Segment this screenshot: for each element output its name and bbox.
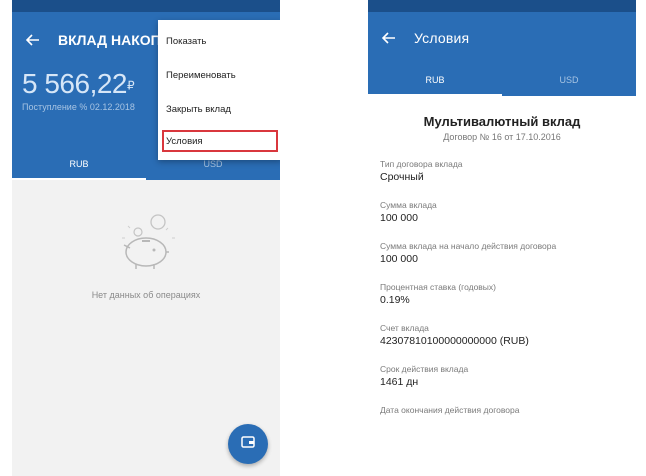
tab-rub[interactable]: RUB [12,148,146,180]
status-bar [12,0,280,12]
empty-state: Нет данных об операциях [12,180,280,300]
phone-screen-deposit: ВКЛАД НАКОП 5 566,22₽ Поступление % 02.1… [12,0,280,476]
empty-text: Нет данных об операциях [91,290,201,300]
field-label: Тип договора вклада [380,159,463,169]
tab-usd[interactable]: USD [502,64,636,96]
field-end-date: Дата окончания действия договора [380,405,624,415]
deposit-details: Мультивалютный вклад Договор № 16 от 17.… [368,114,636,415]
overflow-menu: Показать Переименовать Закрыть вклад Усл… [158,20,280,160]
field-contract-type: Тип договора вклада Срочный [380,159,624,183]
field-term: Срок действия вклада 1461 дн [380,364,624,388]
field-value: 100 000 [380,253,418,265]
currency-symbol: ₽ [127,78,135,93]
wallet-fab-button[interactable] [228,424,268,464]
menu-item-rename[interactable]: Переименовать [158,58,280,92]
page-title: ВКЛАД НАКОП [58,32,161,48]
phone-screen-terms: Условия RUB USD Мультивалютный вклад Дог… [368,0,636,476]
field-value: 42307810100000000000 (RUB) [380,335,529,347]
field-label: Срок действия вклада [380,364,469,374]
field-label: Дата окончания действия договора [380,405,520,415]
field-value: 1461 дн [380,376,419,388]
currency-tabs: RUB USD [368,64,636,96]
field-account: Счет вклада 42307810100000000000 (RUB) [380,323,624,347]
field-label: Процентная ставка (годовых) [380,282,496,292]
field-label: Сумма вклада [380,200,437,210]
field-deposit-amount: Сумма вклада 100 000 [380,200,624,224]
field-label: Счет вклада [380,323,429,333]
piggy-bank-icon [106,208,186,278]
contract-number: Договор № 16 от 17.10.2016 [443,132,561,142]
menu-item-terms[interactable]: Условия [162,130,278,152]
wallet-icon [240,434,256,455]
field-value: 100 000 [380,212,418,224]
arrow-left-icon[interactable] [378,27,400,49]
field-interest-rate: Процентная ставка (годовых) 0.19% [380,282,624,306]
tab-rub[interactable]: RUB [368,64,502,96]
app-bar: Условия [368,12,636,64]
arrow-left-icon[interactable] [22,29,44,51]
status-bar [368,0,636,12]
page-title: Условия [414,30,470,46]
field-value: 0.19% [380,294,410,306]
menu-item-show[interactable]: Показать [158,24,280,58]
menu-item-close-deposit[interactable]: Закрыть вклад [158,92,280,126]
deposit-title: Мультивалютный вклад [423,114,581,129]
field-value: Срочный [380,171,424,183]
field-label: Сумма вклада на начало действия договора [380,241,557,251]
field-initial-amount: Сумма вклада на начало действия договора… [380,241,624,265]
